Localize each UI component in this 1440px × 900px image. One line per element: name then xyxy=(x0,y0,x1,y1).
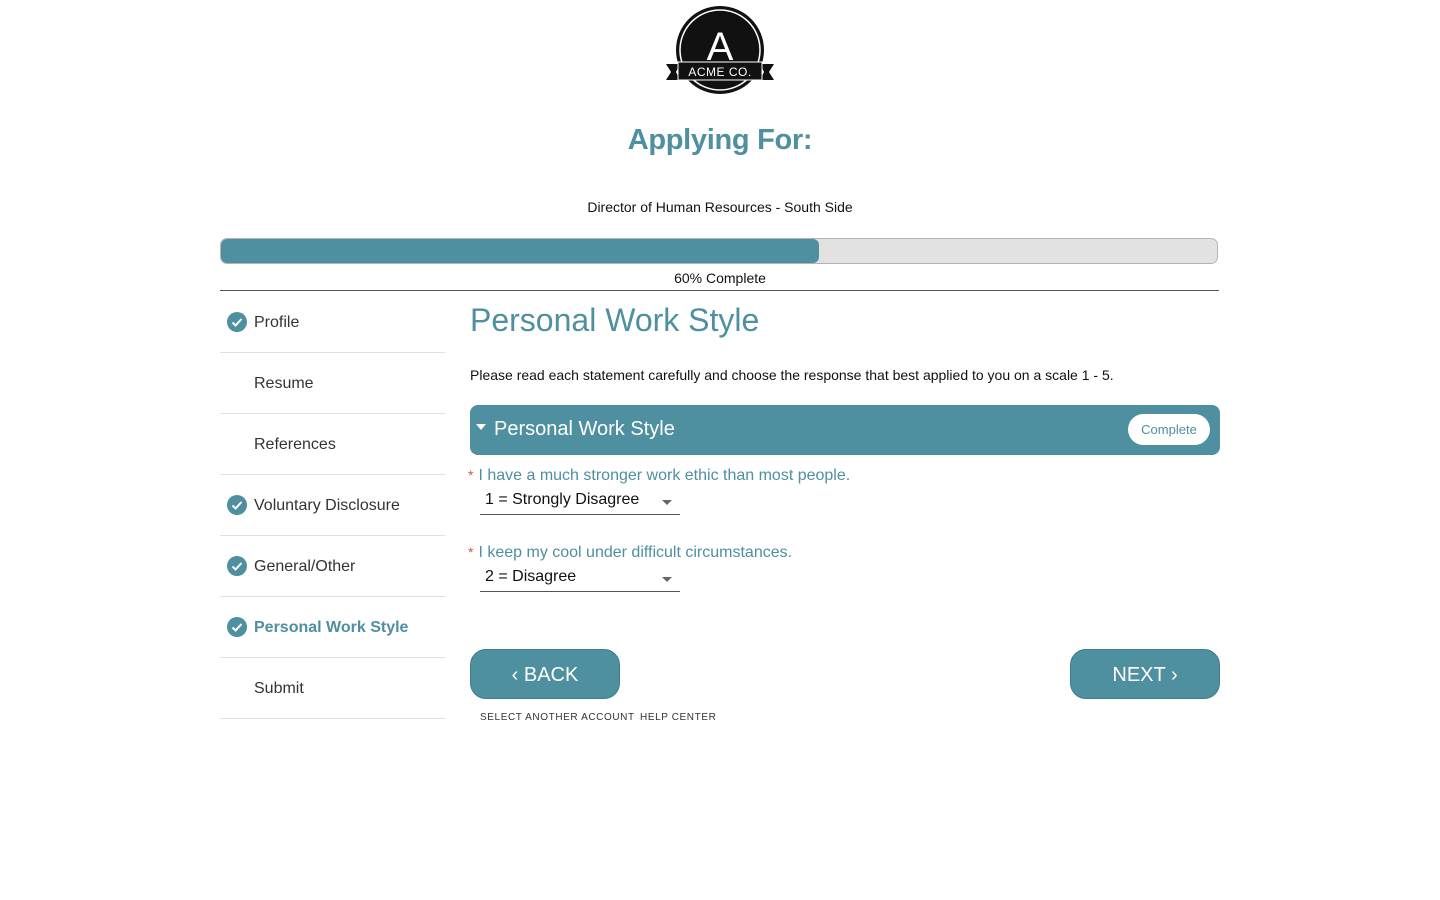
applying-for-title: Applying For: xyxy=(627,124,813,156)
required-marker: * xyxy=(468,544,474,560)
question-label: * I have a much stronger work ethic than … xyxy=(468,467,850,485)
sidebar-item-label: Submit xyxy=(254,680,304,697)
progress-label: 60% Complete xyxy=(674,270,766,286)
back-button-label: BACK xyxy=(523,664,579,686)
check-circle-icon xyxy=(227,556,247,576)
question-label: * I keep my cool under difficult circumst… xyxy=(468,544,792,562)
logo-letter: A xyxy=(707,25,734,69)
position-name: Director of Human Resources - South Side xyxy=(587,199,853,215)
sidebar-item-voluntary-disclosure[interactable]: Voluntary Disclosure xyxy=(220,475,445,536)
progress-bar xyxy=(220,238,1218,264)
sidebar-item-label: Resume xyxy=(254,375,314,392)
sidebar-item-general-other[interactable]: General/Other xyxy=(220,536,445,597)
sidebar-item-personal-work-style[interactable]: Personal Work Style xyxy=(220,597,445,658)
caret-down-icon xyxy=(476,424,486,430)
question-text: I keep my cool under difficult circumsta… xyxy=(478,544,793,561)
check-circle-icon xyxy=(227,312,247,332)
logo-text: ACME CO. xyxy=(688,65,751,79)
sidebar-item-resume[interactable]: Resume xyxy=(220,353,445,414)
required-marker: * xyxy=(468,467,474,483)
sidebar-nav: Profile Resume References Voluntary Disc… xyxy=(220,292,445,719)
next-button-label: NEXT xyxy=(1112,664,1166,686)
application-page: A ACME CO. Applying For: Director of Hum… xyxy=(0,0,1440,900)
next-button[interactable]: NEXT › xyxy=(1070,649,1220,699)
section-title: Personal Work Style xyxy=(494,418,675,440)
dropdown-arrow-icon xyxy=(662,500,672,505)
divider xyxy=(220,290,1219,291)
section-header-toggle[interactable]: Personal Work Style Complete xyxy=(470,405,1220,455)
check-circle-icon xyxy=(227,617,247,637)
sidebar-item-label: Voluntary Disclosure xyxy=(254,497,400,514)
select-value: 2 = Disagree xyxy=(485,568,577,585)
status-badge: Complete xyxy=(1128,414,1210,445)
sidebar-item-label: Profile xyxy=(254,314,300,331)
select-value: 1 = Strongly Disagree xyxy=(485,491,640,508)
page-title: Personal Work Style xyxy=(470,302,760,338)
select-another-account-link[interactable]: SELECT ANOTHER ACCOUNT xyxy=(480,712,635,723)
chevron-right-icon: › xyxy=(1170,664,1178,686)
acme-logo: A ACME CO. xyxy=(666,6,774,94)
sidebar-item-submit[interactable]: Submit xyxy=(220,658,445,719)
sidebar-item-label: References xyxy=(254,436,336,453)
help-center-link[interactable]: HELP CENTER xyxy=(640,712,716,723)
progress-fill xyxy=(221,239,819,263)
sidebar-item-label: Personal Work Style xyxy=(254,619,409,636)
back-button[interactable]: ‹ BACK xyxy=(470,649,620,699)
check-circle-icon xyxy=(227,495,247,515)
question-text: I have a much stronger work ethic than m… xyxy=(478,467,851,484)
response-select[interactable]: 1 = Strongly Disagree xyxy=(480,491,680,515)
instructions-text: Please read each statement carefully and… xyxy=(470,367,1114,383)
dropdown-arrow-icon xyxy=(662,577,672,582)
sidebar-item-label: General/Other xyxy=(254,558,356,575)
response-select[interactable]: 2 = Disagree xyxy=(480,568,680,592)
sidebar-item-references[interactable]: References xyxy=(220,414,445,475)
sidebar-item-profile[interactable]: Profile xyxy=(220,292,445,353)
chevron-left-icon: ‹ xyxy=(511,664,519,686)
